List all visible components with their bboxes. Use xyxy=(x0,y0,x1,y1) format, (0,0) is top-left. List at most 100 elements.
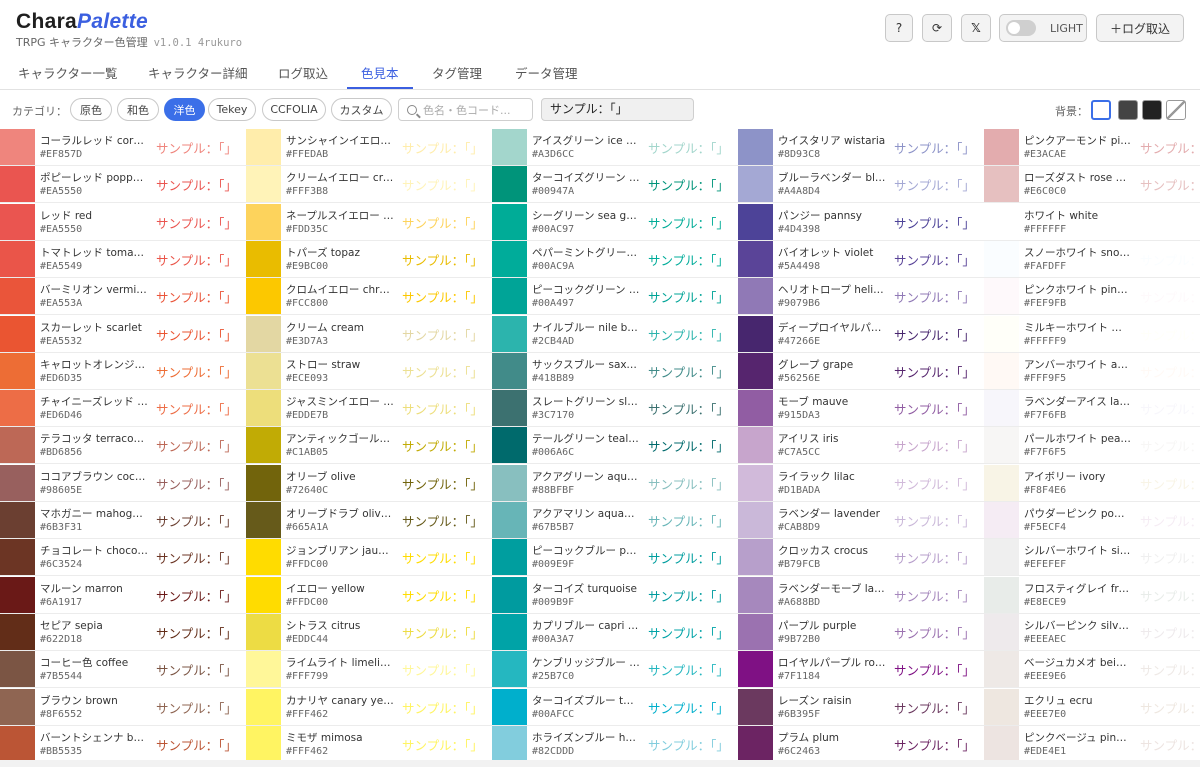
color-card[interactable]: バイオレット violet #5A4498 サンプル：「」 xyxy=(738,241,984,278)
color-card[interactable]: ココアブラウン coco… #98605E サンプル：「」 xyxy=(0,465,246,502)
color-card[interactable]: ジョンブリアン jaune… #FFDC00 サンプル：「」 xyxy=(246,539,492,576)
color-card[interactable]: スカーレット scarlet #EA5532 サンプル：「」 xyxy=(0,316,246,353)
color-card[interactable]: サンシャインイエロー… #FFEDAB サンプル：「」 xyxy=(246,129,492,166)
color-card[interactable]: ネープルスイエロー n… #FDD35C サンプル：「」 xyxy=(246,204,492,241)
reload-button[interactable]: ⟳ xyxy=(922,14,952,42)
color-card[interactable]: ブラウン brown #8F6552 サンプル：「」 xyxy=(0,689,246,726)
color-card[interactable]: ラベンダーアイス lav… #F7F6FB サンプル：「」 xyxy=(984,390,1200,427)
color-card[interactable]: ホライズンブルー hor… #82CDDD サンプル：「」 xyxy=(492,726,738,763)
color-card[interactable]: レーズン raisin #6B395F サンプル：「」 xyxy=(738,689,984,726)
tab-0[interactable]: キャラクター一覧 xyxy=(18,58,118,90)
color-card[interactable]: マルーン marron #6A1917 サンプル：「」 xyxy=(0,577,246,614)
help-button[interactable]: ? xyxy=(885,14,913,42)
color-card[interactable]: ホワイト white #FFFFFF サンプル：「」 xyxy=(984,204,1200,241)
color-card[interactable]: サックスブルー saxe… #418B89 サンプル：「」 xyxy=(492,353,738,390)
category-chip-3[interactable]: Tekey xyxy=(208,98,256,121)
color-card[interactable]: トマトレッド tomato… #EA5549 サンプル：「」 xyxy=(0,241,246,278)
color-card[interactable]: アイリス iris #C7A5CC サンプル：「」 xyxy=(738,427,984,464)
color-card[interactable]: ピーコックグリーン p… #00A497 サンプル：「」 xyxy=(492,278,738,315)
color-card[interactable]: コーヒー色 coffee #7B5544 サンプル：「」 xyxy=(0,651,246,688)
category-chip-5[interactable]: カスタム xyxy=(331,98,392,121)
category-chip-1[interactable]: 和色 xyxy=(117,98,159,121)
color-card[interactable]: レッド red #EA5550 サンプル：「」 xyxy=(0,204,246,241)
color-card[interactable]: アイボリー ivory #F8F4E6 サンプル：「」 xyxy=(984,465,1200,502)
background-option-transparent[interactable] xyxy=(1166,100,1186,120)
color-card[interactable]: バーミリオン vermilion #EA553A サンプル：「」 xyxy=(0,278,246,315)
color-card[interactable]: イエロー yellow #FFDC00 サンプル：「」 xyxy=(246,577,492,614)
color-card[interactable]: フロスティグレイ fro… #E8ECE9 サンプル：「」 xyxy=(984,577,1200,614)
color-card[interactable]: セピア sepia #622D18 サンプル：「」 xyxy=(0,614,246,651)
color-card[interactable]: ライムライト limelight #FFF799 サンプル：「」 xyxy=(246,651,492,688)
color-card[interactable]: ウイスタリア wistaria #8D93C8 サンプル：「」 xyxy=(738,129,984,166)
color-card[interactable]: コーラルレッド coral… #EF857D サンプル：「」 xyxy=(0,129,246,166)
color-card[interactable]: キャロットオレンジ c… #ED6D35 サンプル：「」 xyxy=(0,353,246,390)
color-card[interactable]: ターコイズグリーン t… #00947A サンプル：「」 xyxy=(492,166,738,203)
background-option-black[interactable] xyxy=(1142,100,1162,120)
color-card[interactable]: ミモザ mimosa #FFF462 サンプル：「」 xyxy=(246,726,492,763)
theme-toggle-button[interactable]: LIGHT xyxy=(999,14,1087,42)
tab-2[interactable]: ログ取込 xyxy=(278,58,328,90)
color-search-input[interactable]: 色名・色コード... xyxy=(398,98,533,121)
color-card[interactable]: ジャスミンイエロー j… #EDDE7B サンプル：「」 xyxy=(246,390,492,427)
color-card[interactable]: クリーム cream #E3D7A3 サンプル：「」 xyxy=(246,316,492,353)
color-card[interactable]: ライラック lilac #D1BADA サンプル：「」 xyxy=(738,465,984,502)
color-card[interactable]: クロッカス crocus #B79FCB サンプル：「」 xyxy=(738,539,984,576)
color-card[interactable]: テールグリーン teal g… #006A6C サンプル：「」 xyxy=(492,427,738,464)
color-card[interactable]: ミルキーホワイト mil… #FFFFF9 サンプル：「」 xyxy=(984,316,1200,353)
color-card[interactable]: スノーホワイト snow… #FAFDFF サンプル：「」 xyxy=(984,241,1200,278)
color-card[interactable]: ターコイズ turquoise #009B9F サンプル：「」 xyxy=(492,577,738,614)
color-card[interactable]: プラム plum #6C2463 サンプル：「」 xyxy=(738,726,984,763)
color-card[interactable]: ストロー straw #ECE093 サンプル：「」 xyxy=(246,353,492,390)
category-chip-0[interactable]: 原色 xyxy=(70,98,112,121)
color-card[interactable]: ヘリオトロープ helio… #9079B6 サンプル：「」 xyxy=(738,278,984,315)
color-card[interactable]: アンバーホワイト am… #FFF9F5 サンプル：「」 xyxy=(984,353,1200,390)
color-card[interactable]: パープル purple #9B72B0 サンプル：「」 xyxy=(738,614,984,651)
background-option-white[interactable] xyxy=(1091,100,1111,120)
color-card[interactable]: マホガニー mahogany #6B3F31 サンプル：「」 xyxy=(0,502,246,539)
color-card[interactable]: ピーコックブルー pe… #009E9F サンプル：「」 xyxy=(492,539,738,576)
color-card[interactable]: スレートグリーン sla… #3C7170 サンプル：「」 xyxy=(492,390,738,427)
color-card[interactable]: ピンクホワイト pink… #FEF9FB サンプル：「」 xyxy=(984,278,1200,315)
color-card[interactable]: ピンクベージュ pink… #EDE4E1 サンプル：「」 xyxy=(984,726,1200,763)
background-option-dark-gray[interactable] xyxy=(1118,100,1138,120)
tab-5[interactable]: データ管理 xyxy=(515,58,578,90)
color-card[interactable]: パールホワイト pearl… #F7F6F5 サンプル：「」 xyxy=(984,427,1200,464)
color-card[interactable]: シルバーピンク silver… #EEEAEC サンプル：「」 xyxy=(984,614,1200,651)
color-card[interactable]: クリームイエロー cre… #FFF3B8 サンプル：「」 xyxy=(246,166,492,203)
tab-3[interactable]: 色見本 xyxy=(361,58,399,90)
color-card[interactable]: ディープロイヤルパー… #47266E サンプル：「」 xyxy=(738,316,984,353)
color-card[interactable]: シルバーホワイト silv… #EFEFEF サンプル：「」 xyxy=(984,539,1200,576)
color-card[interactable]: パウダーピンク pow… #F5ECF4 サンプル：「」 xyxy=(984,502,1200,539)
color-card[interactable]: ポピーレッド poppy… #EA5550 サンプル：「」 xyxy=(0,166,246,203)
color-card[interactable]: エクリュ ecru #EEE7E0 サンプル：「」 xyxy=(984,689,1200,726)
color-card[interactable]: バーントシェンナ bur… #BB5535 サンプル：「」 xyxy=(0,726,246,763)
color-card[interactable]: ケンブリッジブルー c… #25B7C0 サンプル：「」 xyxy=(492,651,738,688)
color-card[interactable]: ピンクアーモンド pin… #E3ACAE サンプル：「」 xyxy=(984,129,1200,166)
color-card[interactable]: カプリブルー capri bl… #00A3A7 サンプル：「」 xyxy=(492,614,738,651)
color-card[interactable]: チャイニーズレッド c… #ED6D46 サンプル：「」 xyxy=(0,390,246,427)
color-card[interactable]: ナイルブルー nile blue #2CB4AD サンプル：「」 xyxy=(492,316,738,353)
color-card[interactable]: オリーブ olive #72640C サンプル：「」 xyxy=(246,465,492,502)
color-card[interactable]: グレープ grape #56256E サンプル：「」 xyxy=(738,353,984,390)
color-card[interactable]: ラベンダーモーブ lav… #A688BD サンプル：「」 xyxy=(738,577,984,614)
color-card[interactable]: モーブ mauve #915DA3 サンプル：「」 xyxy=(738,390,984,427)
color-card[interactable]: パンジー pannsy #4D4398 サンプル：「」 xyxy=(738,204,984,241)
color-card[interactable]: アンティックゴール… #C1AB05 サンプル：「」 xyxy=(246,427,492,464)
color-card[interactable]: アイスグリーン ice gr… #A3D6CC サンプル：「」 xyxy=(492,129,738,166)
tab-1[interactable]: キャラクター詳細 xyxy=(148,58,248,90)
x-share-button[interactable]: 𝕏 xyxy=(961,14,991,42)
color-card[interactable]: ローズダスト rose dust #E6C0C0 サンプル：「」 xyxy=(984,166,1200,203)
horizontal-scrollbar[interactable] xyxy=(0,760,1200,767)
color-card[interactable]: ブルーラベンダー blu… #A4A8D4 サンプル：「」 xyxy=(738,166,984,203)
color-card[interactable]: ラベンダー lavender #CAB8D9 サンプル：「」 xyxy=(738,502,984,539)
color-card[interactable]: オリーブドラブ olive… #665A1A サンプル：「」 xyxy=(246,502,492,539)
category-chip-2[interactable]: 洋色 xyxy=(164,98,205,121)
color-card[interactable]: ターコイズブルー tur… #00AFCC サンプル：「」 xyxy=(492,689,738,726)
color-card[interactable]: クロムイエロー chro… #FCC800 サンプル：「」 xyxy=(246,278,492,315)
color-card[interactable]: カナリヤ canary yellow #FFF462 サンプル：「」 xyxy=(246,689,492,726)
color-card[interactable]: ロイヤルパープル roy… #7F1184 サンプル：「」 xyxy=(738,651,984,688)
category-chip-4[interactable]: CCFOLIA xyxy=(262,98,326,121)
color-card[interactable]: シーグリーン sea green #00AC97 サンプル：「」 xyxy=(492,204,738,241)
color-card[interactable]: テラコッタ terracotta #BD6856 サンプル：「」 xyxy=(0,427,246,464)
log-import-button[interactable]: ＋ログ取込 xyxy=(1096,14,1184,42)
